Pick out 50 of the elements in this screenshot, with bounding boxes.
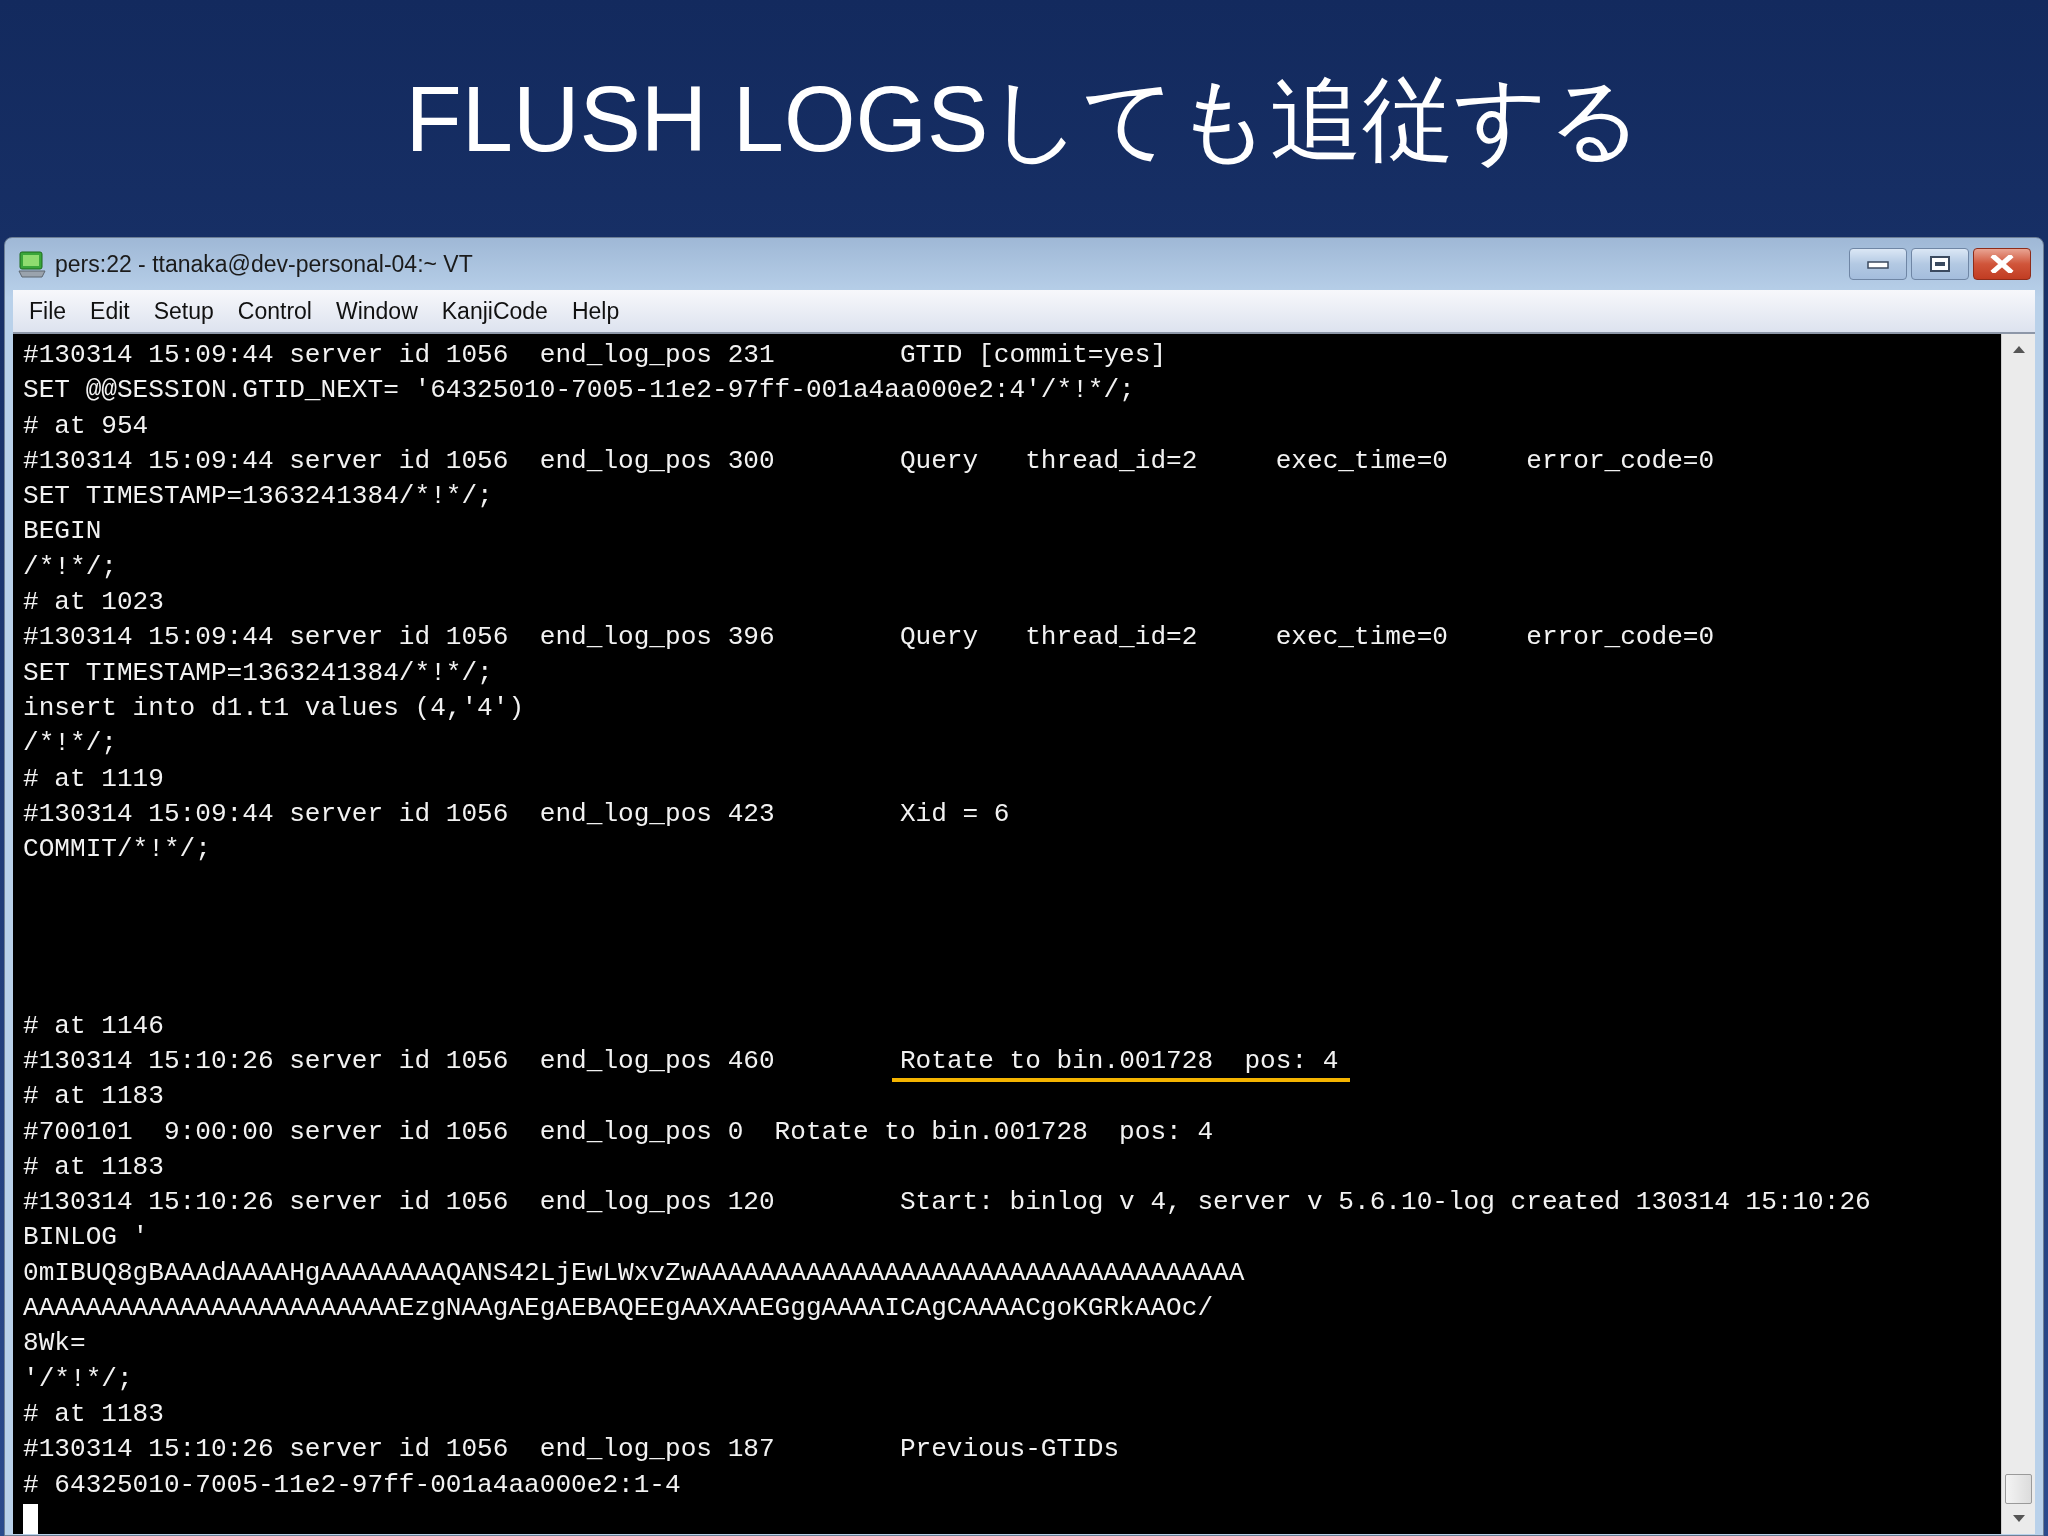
terminal-line: #130314 15:09:44 server id 1056 end_log_pos 231 GTID [commit=yes] <box>23 340 1167 370</box>
terminal-line: BINLOG ' <box>23 1222 149 1253</box>
menu-item[interactable]: File <box>17 299 79 323</box>
maximize-button[interactable] <box>1911 248 1969 280</box>
terminal-line: COMMIT/*!*/; <box>23 834 211 865</box>
terminal-line: #130314 15:09:44 server id 1056 end_log_pos 423 Xid = 6 <box>23 798 1010 829</box>
window-title: pers:22 - ttanaka@dev-personal-04:~ VT <box>55 249 473 279</box>
terminal-line: AAAAAAAAAAAAAAAAAAAAAAAAEzgNAAgAEgAEBAQEEgAAXAAEGggAAAAICAgCAAAACgoKGRkAAOc/ <box>23 1293 1214 1323</box>
terminal-line: 8Wk= <box>23 1328 86 1359</box>
terminal-line: insert into d1.t1 values (4,'4') <box>23 692 525 723</box>
terminal-line: #130314 15:10:26 server id 1056 end_log_pos 460 <box>23 1045 775 1076</box>
menu-item[interactable]: Setup <box>141 299 226 323</box>
terminal-line: /*!*/; <box>23 728 117 759</box>
menu-item[interactable]: Window <box>323 299 430 323</box>
minimize-icon <box>1867 259 1889 269</box>
underlined-text: Rotate to bin.001728 pos: 4 <box>891 1045 1351 1082</box>
terminal-line: #130314 15:10:26 server id 1056 end_log_pos 120 Start: binlog v 4, server v 5.6.10-log created 130314 15:10:26 <box>23 1187 1871 1218</box>
terminal-line: '/*!*/; <box>23 1363 133 1394</box>
text-cursor <box>23 1503 38 1534</box>
terminal-line: BEGIN <box>23 516 102 547</box>
terminal-line: /*!*/; <box>23 551 117 582</box>
terminal-line: # at 1183 <box>23 1081 164 1112</box>
maximize-icon <box>1929 255 1951 273</box>
terminal-line: #130314 15:10:26 server id 1056 end_log_pos 187 Previous-GTIDs <box>23 1434 1120 1465</box>
menu-item[interactable]: Help <box>559 299 632 323</box>
terminal-line: #130314 15:09:44 server id 1056 end_log_pos 396 Query thread_id=2 exec_time=0 error_code=0 <box>23 622 1715 653</box>
menu-item[interactable]: Control <box>225 299 324 323</box>
terminal-line: # at 954 <box>23 410 149 441</box>
terminal-line: # at 1146 <box>23 1010 164 1041</box>
caret-down-icon <box>2011 1515 2026 1523</box>
close-icon <box>1990 255 2014 273</box>
terminal-line: SET TIMESTAMP=1363241384/*!*/; <box>23 657 493 688</box>
caret-up-icon <box>2011 345 2026 353</box>
terminal-line: # at 1119 <box>23 763 164 794</box>
close-button[interactable] <box>1973 248 2031 280</box>
terminal-line: # 64325010-7005-11e2-97ff-001a4aa000e2:1-4 <box>23 1469 681 1500</box>
terminal-line: #700101 9:00:00 server id 1056 end_log_pos 0 Rotate to bin.001728 pos: 4 <box>23 1116 1214 1147</box>
minimize-button[interactable] <box>1849 248 1907 280</box>
scrollbar[interactable] <box>2001 334 2035 1534</box>
terminal-line: # at 1183 <box>23 1151 164 1182</box>
terminal-line: # at 1183 <box>23 1398 164 1429</box>
terminal-line: #130314 15:09:44 server id 1056 end_log_pos 300 Query thread_id=2 exec_time=0 error_code=0 <box>23 445 1715 476</box>
scrollbar-thumb[interactable] <box>2005 1474 2032 1504</box>
menu-item[interactable]: KanjiCode <box>429 299 560 323</box>
terminal-line: SET @@SESSION.GTID_NEXT= '64325010-7005-11e2-97ff-001a4aa000e2:4'/*!*/; <box>23 375 1135 406</box>
terminal-app-icon <box>17 249 47 279</box>
terminal-line: # at 1023 <box>23 587 164 618</box>
terminal-line: SET TIMESTAMP=1363241384/*!*/; <box>23 481 493 512</box>
terminal-line: 0mIBUQ8gBAAAdAAAAHgAAAAAAAAQANS42LjEwLWxvZwAAAAAAAAAAAAAAAAAAAAAAAAAAAAAAAAAAA <box>23 1257 1245 1288</box>
menu-item[interactable]: Edit <box>78 299 142 323</box>
